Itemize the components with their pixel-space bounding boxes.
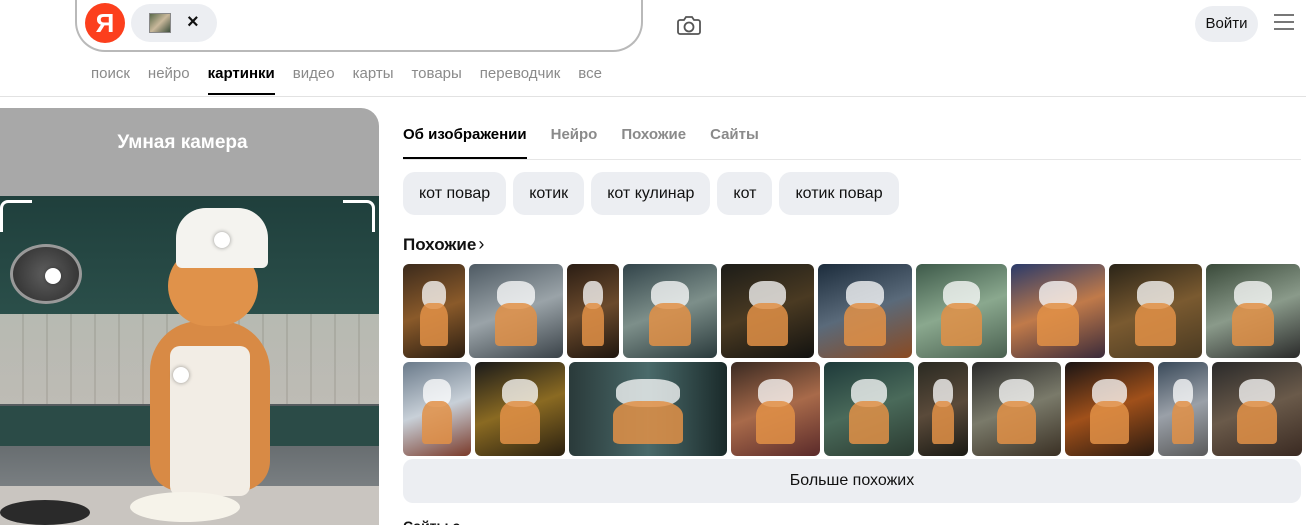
more-similar-button[interactable]: Больше похожих	[403, 459, 1301, 503]
tag-list: кот повар котик кот кулинар кот котик по…	[403, 172, 899, 215]
similar-image[interactable]	[1065, 362, 1154, 456]
similar-image[interactable]	[818, 264, 912, 358]
section-heading-cut: Сайты с	[403, 518, 460, 525]
similar-images-row-2	[403, 362, 1302, 456]
similar-image[interactable]	[1206, 264, 1300, 358]
tag-chip[interactable]: кот повар	[403, 172, 507, 215]
nav-item-all[interactable]: все	[578, 64, 602, 96]
similar-image[interactable]	[569, 362, 727, 456]
object-marker[interactable]	[45, 268, 61, 284]
info-tabs: Об изображении Нейро Похожие Сайты	[403, 126, 783, 160]
similar-image[interactable]	[623, 264, 717, 358]
smart-camera-panel: Умная камера	[0, 108, 379, 525]
similar-heading-label: Похожие	[403, 235, 477, 254]
crop-corner-top-left[interactable]	[0, 200, 32, 232]
similar-image[interactable]	[916, 264, 1007, 358]
tab-similar[interactable]: Похожие	[621, 126, 686, 160]
nav-item-maps[interactable]: карты	[353, 64, 394, 96]
tab-sites[interactable]: Сайты	[710, 126, 759, 160]
search-box[interactable]: Я ×	[75, 0, 643, 52]
tab-neuro[interactable]: Нейро	[551, 126, 598, 160]
similar-image[interactable]	[721, 264, 814, 358]
similar-image[interactable]	[403, 362, 471, 456]
similar-image[interactable]	[972, 362, 1061, 456]
service-nav: поиск нейро картинки видео карты товары …	[91, 64, 620, 96]
nav-item-goods[interactable]: товары	[411, 64, 461, 96]
tag-chip[interactable]: котик повар	[779, 172, 899, 215]
nav-item-translator[interactable]: переводчик	[480, 64, 560, 96]
similar-image[interactable]	[824, 362, 914, 456]
image-info-panel: Об изображении Нейро Похожие Сайты кот п…	[391, 108, 1306, 525]
similar-image[interactable]	[918, 362, 968, 456]
crop-corner-top-right[interactable]	[343, 200, 375, 232]
object-marker[interactable]	[173, 367, 189, 383]
tabs-divider	[403, 159, 1301, 160]
similar-image[interactable]	[731, 362, 820, 456]
tag-chip[interactable]: кот	[717, 172, 773, 215]
header-divider	[0, 96, 1306, 97]
similar-image[interactable]	[403, 264, 465, 358]
similar-image[interactable]	[1109, 264, 1202, 358]
similar-image[interactable]	[475, 362, 565, 456]
similar-image[interactable]	[567, 264, 619, 358]
hamburger-menu-icon[interactable]	[1274, 14, 1296, 32]
smart-camera-title: Умная камера	[117, 132, 248, 153]
similar-image[interactable]	[1011, 264, 1105, 358]
close-icon[interactable]: ×	[187, 10, 199, 34]
camera-icon[interactable]	[674, 10, 704, 40]
similar-image[interactable]	[1212, 362, 1302, 456]
nav-item-video[interactable]: видео	[293, 64, 335, 96]
object-marker[interactable]	[214, 232, 230, 248]
query-image[interactable]	[0, 196, 379, 525]
nav-item-images[interactable]: картинки	[207, 64, 275, 96]
tab-about-image[interactable]: Об изображении	[403, 126, 527, 160]
yandex-logo[interactable]: Я	[85, 3, 125, 43]
nav-item-neuro[interactable]: нейро	[148, 64, 190, 96]
similar-images-row-1	[403, 264, 1300, 358]
login-button[interactable]: Войти	[1195, 6, 1258, 42]
similar-heading[interactable]: Похожие ›	[403, 234, 484, 255]
query-image-thumbnail	[149, 13, 171, 33]
similar-image[interactable]	[1158, 362, 1208, 456]
tag-chip[interactable]: котик	[513, 172, 585, 215]
nav-item-search[interactable]: поиск	[91, 64, 130, 96]
query-image-chip[interactable]: ×	[131, 4, 217, 42]
tag-chip[interactable]: кот кулинар	[591, 172, 711, 215]
chevron-right-icon: ›	[478, 234, 485, 254]
similar-image[interactable]	[469, 264, 563, 358]
